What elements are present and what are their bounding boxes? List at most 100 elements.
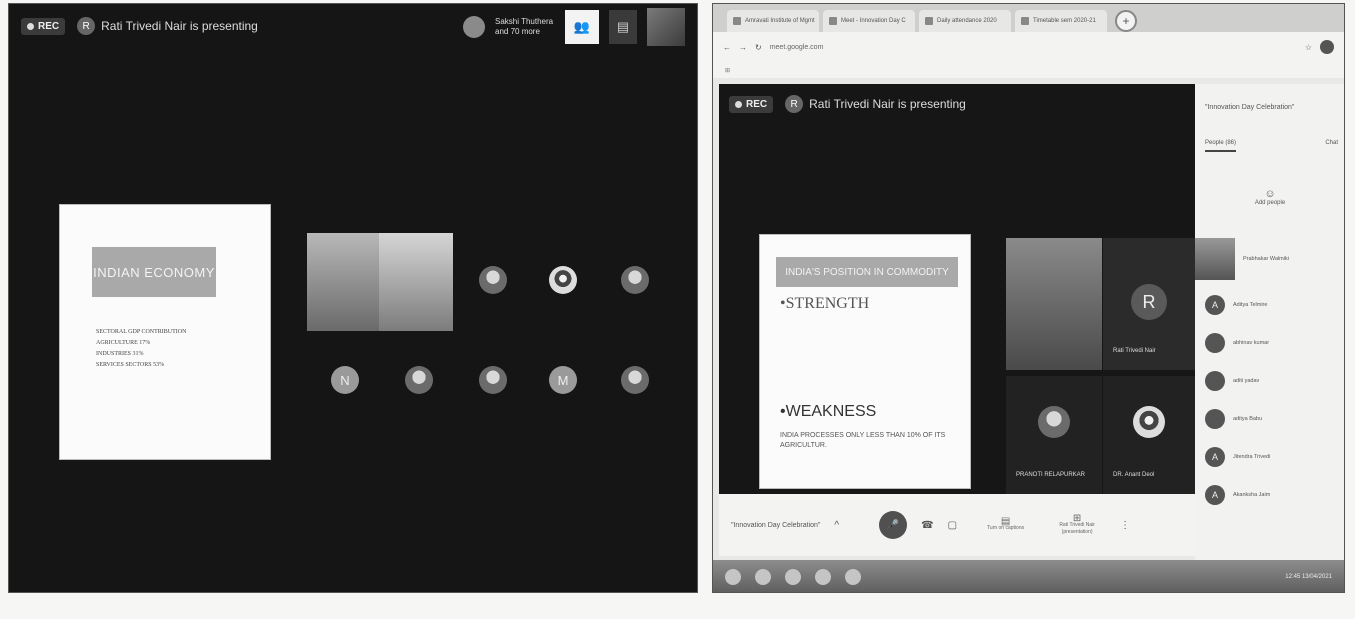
avatar: A bbox=[1205, 295, 1225, 315]
weakness-text: INDIA PROCESSES ONLY LESS THAN 10% OF IT… bbox=[780, 432, 946, 449]
slide-title: INDIAN ECONOMY bbox=[92, 247, 216, 297]
participant-avatar bbox=[1038, 406, 1070, 438]
list-item[interactable]: A Akanksha Jaim bbox=[1195, 480, 1344, 510]
list-item[interactable]: aditya Babu bbox=[1195, 404, 1344, 434]
presenting-text: Rati Trivedi Nair is presenting bbox=[809, 97, 966, 111]
participant-avatar bbox=[463, 16, 485, 38]
more-options-icon[interactable]: ⋮ bbox=[1120, 520, 1130, 531]
participant-tile[interactable]: DR. Anant Deol bbox=[1103, 376, 1195, 494]
captions-label: Turn on captions bbox=[987, 525, 1025, 531]
participant-tile[interactable] bbox=[405, 366, 433, 394]
tab-chat[interactable]: Chat bbox=[1325, 140, 1338, 152]
rec-dot-icon bbox=[735, 100, 742, 108]
favicon-icon bbox=[733, 17, 741, 25]
url-field[interactable]: meet.google.com bbox=[770, 44, 1297, 51]
presenting-label: Rati Trivedi Nair (presentation) bbox=[1059, 521, 1095, 535]
forward-icon[interactable]: → bbox=[739, 43, 747, 52]
people-panel: "Innovation Day Celebration" People (86)… bbox=[1195, 84, 1344, 574]
participant-video bbox=[379, 233, 453, 331]
participant-tile[interactable] bbox=[479, 266, 507, 294]
browser-tab[interactable]: Amravati Institute of Mgmt bbox=[727, 10, 819, 32]
star-icon[interactable]: ☆ bbox=[1305, 43, 1312, 52]
tab-label: Timetable sem 2020-21 bbox=[1033, 18, 1096, 24]
avatar bbox=[1205, 409, 1225, 429]
taskbar-app-icon[interactable] bbox=[785, 569, 801, 585]
tab-label: Daily attendance 2020 bbox=[937, 18, 997, 24]
meeting-name[interactable]: "Innovation Day Celebration" bbox=[731, 522, 820, 529]
slide-heading-strength: •STRENGTH bbox=[780, 295, 870, 312]
panel-title: "Innovation Day Celebration" bbox=[1205, 104, 1295, 111]
captions-icon: ▤ bbox=[1000, 516, 1011, 527]
right-browser-screenshot: Amravati Institute of Mgmt Meet - Innova… bbox=[712, 3, 1345, 593]
end-call-icon[interactable]: ☎ bbox=[921, 520, 933, 531]
video-tile-two-people[interactable] bbox=[307, 233, 453, 331]
back-icon[interactable]: ← bbox=[723, 43, 731, 52]
participant-avatar bbox=[1133, 406, 1165, 438]
browser-tab[interactable]: Meet - Innovation Day C bbox=[823, 10, 915, 32]
browser-tab[interactable]: Daily attendance 2020 bbox=[919, 10, 1011, 32]
reload-icon[interactable]: ↻ bbox=[755, 43, 762, 52]
presentation-slide: INDIAN ECONOMY SECTORAL GDP CONTRIBUTION… bbox=[59, 204, 271, 460]
participants-text: Sakshi Thuthera and 70 more bbox=[495, 17, 554, 36]
participant-tile[interactable]: N bbox=[331, 366, 359, 394]
browser-tabs: Amravati Institute of Mgmt Meet - Innova… bbox=[713, 4, 1344, 32]
list-item[interactable]: A Jitendra Trivedi bbox=[1195, 442, 1344, 472]
rec-label: REC bbox=[38, 20, 60, 32]
favicon-icon bbox=[925, 17, 933, 25]
profile-avatar[interactable] bbox=[1320, 40, 1334, 54]
chat-icon[interactable]: ▤ bbox=[609, 10, 637, 44]
top-right-controls: Sakshi Thuthera and 70 more 👥 ▤ bbox=[463, 8, 685, 46]
chevron-up-icon[interactable]: ^ bbox=[834, 520, 839, 531]
taskbar-app-icon[interactable] bbox=[815, 569, 831, 585]
participant-tile[interactable] bbox=[621, 266, 649, 294]
participant-video bbox=[307, 233, 379, 331]
tab-people[interactable]: People (86) bbox=[1205, 140, 1237, 152]
address-bar: ← → ↻ meet.google.com ☆ bbox=[713, 32, 1344, 62]
person-name: Jitendra Trivedi bbox=[1233, 454, 1271, 460]
participant-tile[interactable] bbox=[621, 366, 649, 394]
rec-label: REC bbox=[746, 98, 768, 110]
weakness-label: WEAKNESS bbox=[785, 403, 877, 420]
list-item[interactable]: aditi yadav bbox=[1195, 366, 1344, 396]
participant-tile[interactable]: PRANOTI RELAPURKAR bbox=[1006, 376, 1102, 494]
people-icon[interactable]: 👥 bbox=[565, 10, 599, 44]
participant-tile[interactable] bbox=[479, 366, 507, 394]
participant-tile[interactable]: R Rati Trivedi Nair bbox=[1103, 238, 1195, 370]
strength-label: STRENGTH bbox=[785, 295, 870, 312]
participant-tile[interactable]: M bbox=[549, 366, 577, 394]
list-item[interactable]: abhinav kumar bbox=[1195, 328, 1344, 358]
add-person-icon: ☺ bbox=[1264, 188, 1276, 200]
tab-label: Amravati Institute of Mgmt bbox=[745, 18, 815, 24]
favicon-icon bbox=[829, 17, 837, 25]
system-clock: 12:45 13/04/2021 bbox=[1285, 574, 1332, 580]
avatar bbox=[1205, 333, 1225, 353]
camera-icon[interactable]: ▢ bbox=[948, 520, 957, 531]
left-meet-screenshot: REC R Rati Trivedi Nair is presenting Sa… bbox=[8, 3, 698, 593]
rec-badge: REC bbox=[21, 17, 66, 35]
apps-icon[interactable]: ⊞ bbox=[725, 67, 730, 74]
person-name: aditya Babu bbox=[1233, 416, 1263, 422]
address-actions: ☆ bbox=[1305, 40, 1334, 54]
start-icon[interactable] bbox=[725, 569, 741, 585]
add-people-button[interactable]: ☺ Add people bbox=[1245, 188, 1295, 206]
list-item[interactable]: A Aditya Telmire bbox=[1195, 290, 1344, 320]
bookmarks-bar: ⊞ bbox=[713, 62, 1344, 78]
presenter-avatar: R bbox=[785, 95, 804, 113]
browser-tab[interactable]: Timetable sem 2020-21 bbox=[1015, 10, 1107, 32]
captions-button[interactable]: ▤ Turn on captions bbox=[987, 516, 1025, 532]
add-people-label: Add people bbox=[1254, 200, 1286, 206]
person-name: Aditya Telmire bbox=[1233, 302, 1268, 308]
avatar: A bbox=[1205, 485, 1225, 505]
slide-line: AGRICULTURE 17% bbox=[96, 340, 151, 346]
mic-button[interactable]: 🎤 bbox=[879, 511, 908, 539]
participant-tile[interactable] bbox=[549, 266, 577, 294]
meet-topbar: REC R Rati Trivedi Nair is presenting bbox=[719, 84, 1195, 124]
list-item[interactable]: Prabhakar Walmiki bbox=[1195, 238, 1344, 280]
new-tab-button[interactable]: + bbox=[1115, 10, 1137, 32]
presenter-video[interactable] bbox=[1006, 238, 1102, 370]
taskbar-app-icon[interactable] bbox=[755, 569, 771, 585]
slide-heading-weakness: •WEAKNESS bbox=[780, 403, 877, 420]
chrome-icon[interactable] bbox=[845, 569, 861, 585]
self-view bbox=[647, 8, 685, 46]
presenting-button[interactable]: ⊞ Rati Trivedi Nair (presentation) bbox=[1054, 513, 1100, 536]
